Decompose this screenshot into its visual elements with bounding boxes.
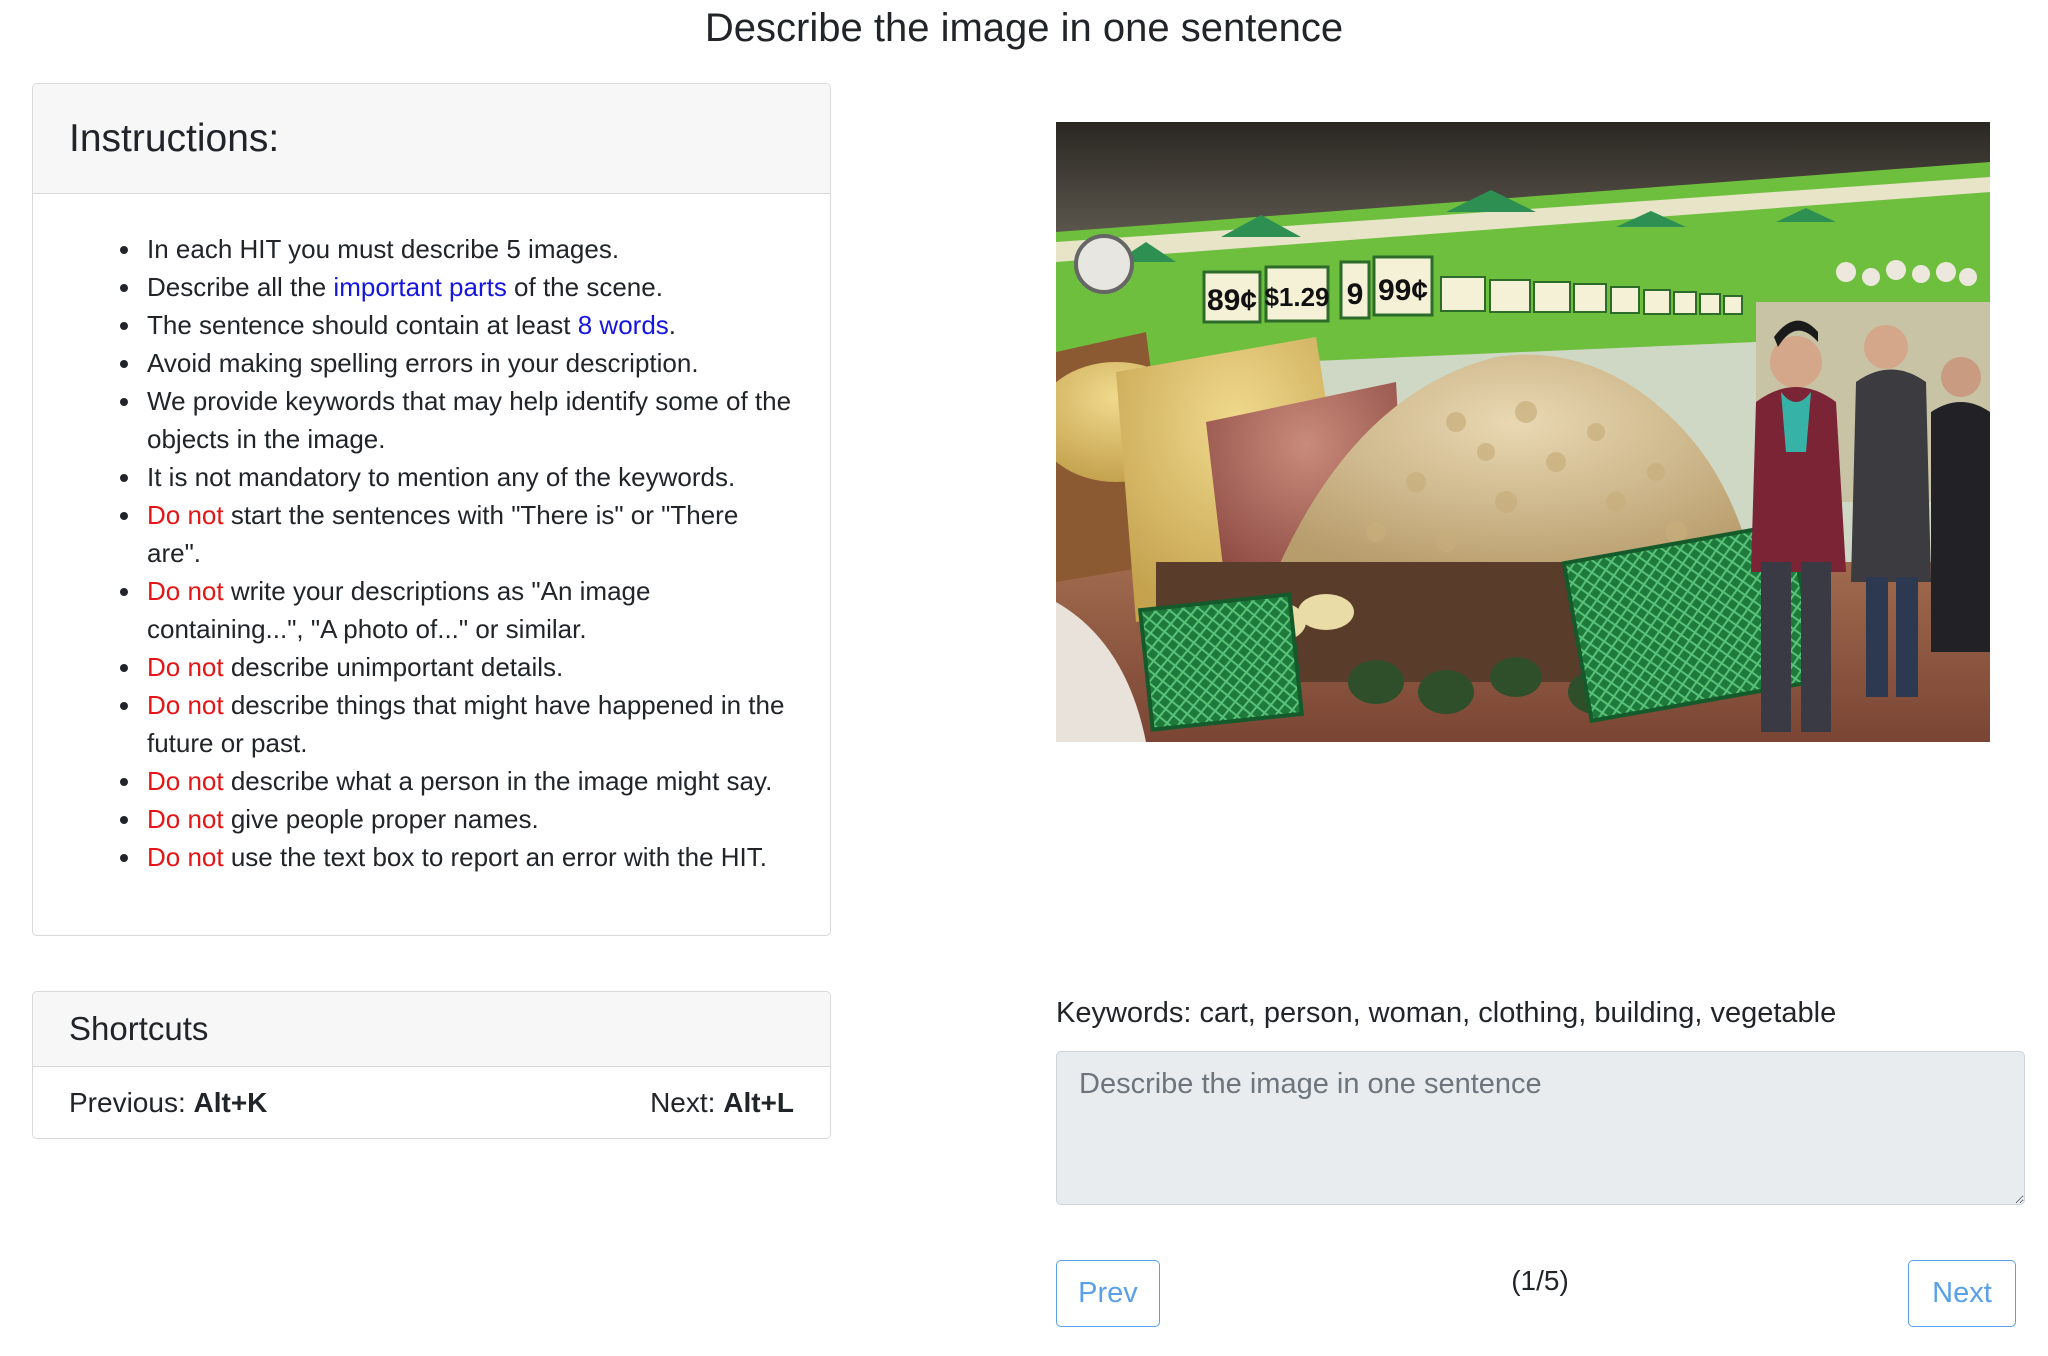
instruction-text: Describe all the — [147, 272, 334, 302]
instruction-highlight: important parts — [333, 272, 507, 302]
next-button[interactable]: Next — [1908, 1260, 2016, 1327]
instruction-item: In each HIT you must describe 5 images. — [143, 230, 794, 268]
instruction-highlight: 8 words — [577, 310, 669, 340]
shortcuts-panel: Shortcuts Previous: Alt+K Next: Alt+L — [32, 991, 831, 1139]
instruction-item: Do not describe what a person in the ima… — [143, 762, 794, 800]
instruction-text: describe things that might have happened… — [147, 690, 785, 758]
instruction-item: Do not start the sentences with "There i… — [143, 496, 794, 572]
prev-button[interactable]: Prev — [1056, 1260, 1160, 1327]
instruction-highlight: Do not — [147, 576, 224, 606]
progress-indicator: (1/5) — [1511, 1265, 1569, 1296]
shortcuts-body: Previous: Alt+K Next: Alt+L — [33, 1067, 830, 1139]
instruction-item: It is not mandatory to mention any of th… — [143, 458, 794, 496]
instruction-text: describe unimportant details. — [223, 652, 564, 682]
instruction-text: give people proper names. — [223, 804, 539, 834]
instruction-text: We provide keywords that may help identi… — [147, 386, 792, 454]
price-tag-2: $1.29 — [1264, 282, 1329, 312]
instruction-item: Describe all the important parts of the … — [143, 268, 794, 306]
instruction-highlight: Do not — [147, 842, 224, 872]
description-textarea[interactable] — [1056, 1051, 2025, 1205]
instructions-panel: Instructions: In each HIT you must descr… — [32, 83, 831, 936]
shortcut-next-label: Next: — [650, 1087, 724, 1118]
instruction-text: . — [668, 310, 677, 340]
shortcut-next: Next: Alt+L — [650, 1087, 794, 1119]
shortcut-next-key: Alt+L — [723, 1087, 794, 1118]
instruction-item: Avoid making spelling errors in your des… — [143, 344, 794, 382]
instructions-heading: Instructions: — [33, 84, 830, 194]
instruction-item: Do not use the text box to report an err… — [143, 838, 794, 876]
price-tag-1: 89¢ — [1207, 284, 1257, 317]
instructions-list: In each HIT you must describe 5 images. D… — [33, 230, 830, 876]
instruction-highlight: Do not — [147, 804, 224, 834]
instruction-item: The sentence should contain at least 8 w… — [143, 306, 794, 344]
price-tag-3: 9 — [1347, 278, 1364, 311]
instruction-highlight: Do not — [147, 500, 224, 530]
price-tag-4: 99¢ — [1378, 274, 1428, 307]
shortcut-previous-label: Previous: — [69, 1087, 194, 1118]
instruction-text: describe what a person in the image migh… — [223, 766, 773, 796]
task-image: 89¢ $1.29 9 99¢ — [1056, 122, 1990, 742]
instruction-text: Avoid making spelling errors in your des… — [147, 348, 699, 378]
instruction-text: In each HIT you must describe 5 images. — [147, 234, 620, 264]
instruction-item: Do not write your descriptions as "An im… — [143, 572, 794, 648]
instruction-item: Do not describe things that might have h… — [143, 686, 794, 762]
instruction-item: Do not give people proper names. — [143, 800, 794, 838]
instruction-text: It is not mandatory to mention any of th… — [147, 462, 736, 492]
instruction-text: use the text box to report an error with… — [223, 842, 767, 872]
instruction-item: We provide keywords that may help identi… — [143, 382, 794, 458]
shortcuts-heading: Shortcuts — [33, 992, 830, 1067]
instruction-item: Do not describe unimportant details. — [143, 648, 794, 686]
grocery-scene-illustration: 89¢ $1.29 9 99¢ — [1056, 122, 1990, 742]
instruction-text: start the sentences with "There is" or "… — [147, 500, 739, 568]
shortcut-previous-key: Alt+K — [193, 1087, 268, 1118]
keywords-text: Keywords: cart, person, woman, clothing,… — [1056, 997, 1837, 1029]
instruction-text: The sentence should contain at least — [147, 310, 578, 340]
instruction-text: of the scene. — [506, 272, 663, 302]
page: Describe the image in one sentence Instr… — [0, 0, 2048, 1356]
instruction-highlight: Do not — [147, 690, 224, 720]
instruction-highlight: Do not — [147, 652, 224, 682]
page-title: Describe the image in one sentence — [704, 6, 1344, 50]
shortcut-previous: Previous: Alt+K — [69, 1087, 267, 1119]
instruction-highlight: Do not — [147, 766, 224, 796]
